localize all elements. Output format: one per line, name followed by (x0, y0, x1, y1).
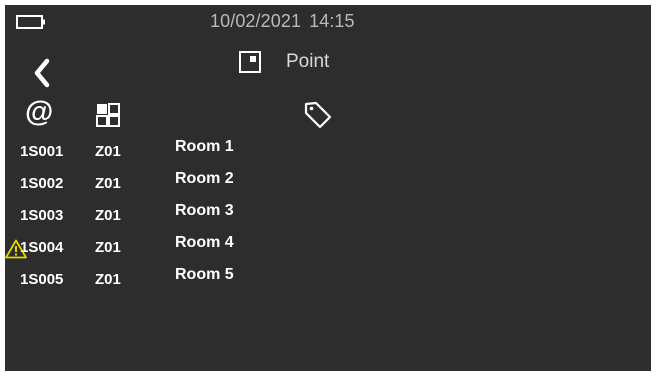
point-name: Room 1 (175, 138, 234, 155)
point-zone: Z01 (95, 271, 121, 288)
point-name: Room 5 (175, 266, 234, 283)
tag-icon (304, 101, 332, 129)
status-time: 14:15 (309, 11, 355, 31)
point-row[interactable]: 1S004 Z01 Room 4 (5, 234, 234, 263)
grid-icon (96, 103, 120, 127)
battery-icon (16, 15, 45, 29)
point-name: Room 2 (175, 170, 234, 187)
device-screen: 10/02/2021 14:15 Point @ 1S001 Z01 Room 1… (5, 5, 651, 371)
point-name: Room 4 (175, 234, 234, 251)
point-zone: Z01 (95, 239, 121, 256)
point-address: 1S004 (20, 239, 64, 256)
point-name: Room 3 (175, 202, 234, 219)
point-zone: Z01 (95, 175, 121, 192)
status-date: 10/02/2021 (210, 11, 302, 31)
point-address: 1S001 (20, 143, 64, 160)
at-sign-icon: @ (25, 96, 54, 128)
mode-label: Point (286, 51, 330, 72)
mode-indicator: Point (239, 51, 329, 73)
point-zone: Z01 (95, 143, 121, 160)
point-square-icon (239, 51, 261, 73)
status-datetime: 10/02/2021 14:15 (210, 11, 355, 32)
chevron-left-icon[interactable] (31, 57, 53, 89)
point-address: 1S002 (20, 175, 64, 192)
point-address: 1S005 (20, 271, 64, 288)
point-zone: Z01 (95, 207, 121, 224)
point-address: 1S003 (20, 207, 64, 224)
